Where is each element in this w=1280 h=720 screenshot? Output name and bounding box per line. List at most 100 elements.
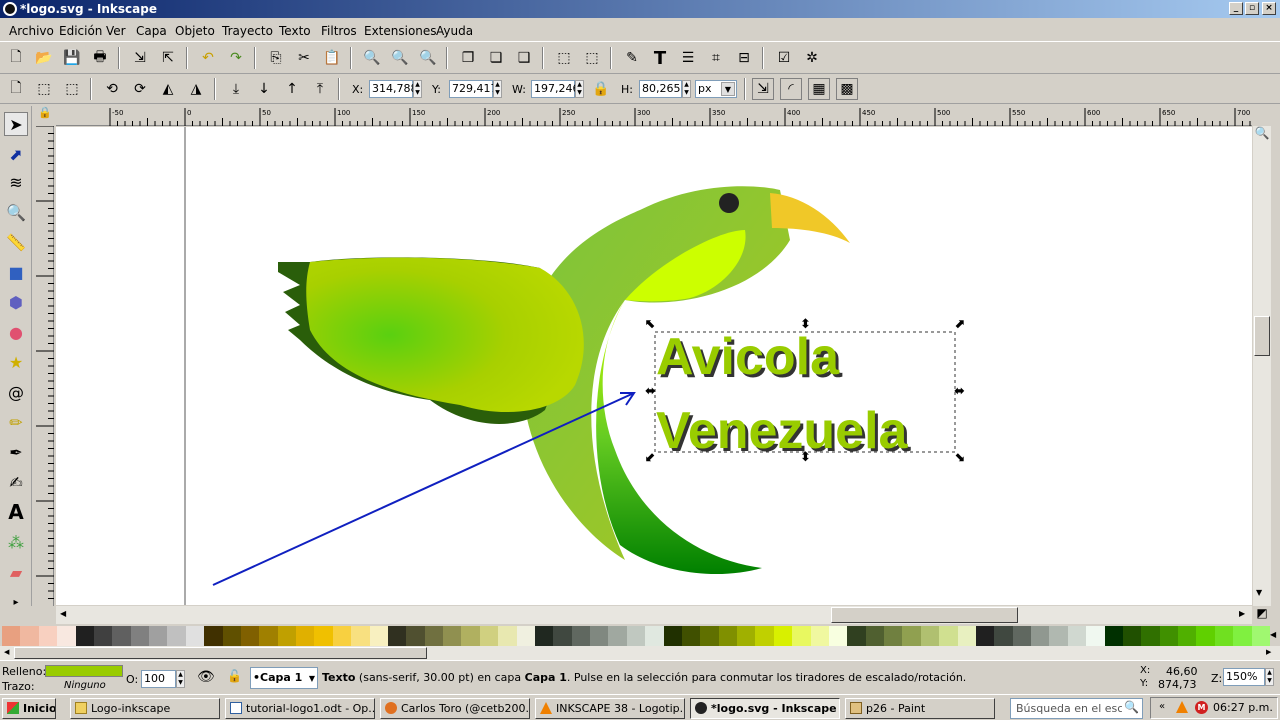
text-font-icon[interactable]: T [649, 47, 671, 69]
palette-swatch[interactable] [204, 626, 224, 646]
unit-select[interactable]: px ▼ [695, 80, 737, 98]
palette-swatch[interactable] [38, 626, 58, 646]
palette-swatch[interactable] [884, 626, 903, 646]
palette-swatch[interactable] [314, 626, 334, 646]
eraser-tool-icon[interactable]: ▰ [4, 560, 28, 584]
node-tool-icon[interactable]: ⬈ [4, 142, 28, 166]
select-all-layers-icon[interactable]: ⬚ [33, 78, 55, 100]
taskbar-item-firefox[interactable]: Carlos Toro (@cetb200... [380, 698, 530, 719]
drawing-canvas[interactable]: Avicola Avicola Venezuela Venezuela ⬉ ⬍ … [56, 127, 1252, 605]
ellipse-tool-icon[interactable]: ● [4, 320, 28, 344]
menu-edicion[interactable]: Edición [59, 24, 102, 38]
menu-ayuda[interactable]: Ayuda [436, 24, 473, 38]
menu-extensiones[interactable]: Extensiones [364, 24, 437, 38]
scale-corners-icon[interactable]: ◜ [780, 78, 802, 100]
palette-swatch[interactable] [57, 626, 76, 646]
duplicate-icon[interactable]: ❐ [457, 47, 479, 69]
scroll-right-icon[interactable]: ▶ [1239, 609, 1245, 618]
canvas-text-line2[interactable]: Venezuela [656, 402, 909, 460]
palette-swatch[interactable] [1141, 626, 1161, 646]
preferences-icon[interactable]: ✲ [801, 47, 823, 69]
paste-icon[interactable]: 📋 [321, 47, 343, 69]
measure-tool-icon[interactable]: 📏 [4, 230, 28, 254]
palette-swatch[interactable] [792, 626, 812, 646]
palette-swatch[interactable] [1159, 626, 1179, 646]
fill-stroke-icon[interactable]: ✎ [621, 47, 643, 69]
undo-icon[interactable]: ↶ [197, 47, 219, 69]
palette-swatch[interactable] [1122, 626, 1142, 646]
zoom-input[interactable]: 150% [1223, 668, 1265, 686]
palette-swatch[interactable] [461, 626, 481, 646]
xml-editor-icon[interactable]: ⌗ [705, 47, 727, 69]
palette-swatch[interactable] [571, 626, 591, 646]
palette-swatch[interactable] [828, 626, 848, 646]
palette-swatch[interactable] [2, 626, 21, 646]
rotate-cw-icon[interactable]: ⟳ [129, 78, 151, 100]
lower-icon[interactable]: ↓ [253, 78, 275, 100]
palette-swatch[interactable] [920, 626, 940, 646]
palette-swatch[interactable] [149, 626, 168, 646]
transform-gradients-icon[interactable]: ▦ [808, 78, 830, 100]
import-icon[interactable]: ⇲ [129, 47, 151, 69]
open-icon[interactable]: 📂 [33, 47, 55, 69]
scroll-down-icon[interactable]: ▼ [1256, 588, 1262, 597]
taskbar-item-tutorial[interactable]: tutorial-logo1.odt - Op... [225, 698, 375, 719]
scale-handle-n[interactable]: ⬍ [800, 318, 811, 331]
desktop-search-input[interactable]: Búsqueda en el escrit 🔍 [1010, 698, 1143, 719]
scroll-left-icon[interactable]: ◀ [60, 609, 66, 618]
palette-swatch[interactable] [1067, 626, 1087, 646]
palette-swatch[interactable] [608, 626, 628, 646]
document-properties-icon[interactable]: ☑ [773, 47, 795, 69]
opacity-input[interactable]: 100 [141, 670, 176, 688]
align-distribute-icon[interactable]: ⊟ [733, 47, 755, 69]
palette-swatch[interactable] [112, 626, 132, 646]
maximize-button[interactable]: ▫ [1245, 2, 1259, 15]
palette-swatch[interactable] [185, 626, 205, 646]
text-tool-icon[interactable]: A [4, 500, 28, 524]
opacity-spinner[interactable]: ▲ ▼ [176, 670, 185, 688]
eye-icon[interactable]: 👁 [197, 669, 215, 685]
zoom-tool-icon[interactable]: 🔍 [4, 200, 28, 224]
palette-swatch[interactable] [1178, 626, 1197, 646]
palette-swatch[interactable] [387, 626, 407, 646]
y-input[interactable]: 729,417 [449, 80, 498, 98]
taskbar-item-paint[interactable]: p26 - Paint [845, 698, 995, 719]
tweak-tool-icon[interactable]: ≋ [4, 170, 28, 194]
taskbar-item-vlc[interactable]: INKSCAPE 38 - Logotip... [535, 698, 685, 719]
palette-swatch[interactable] [681, 626, 701, 646]
palette-swatch[interactable] [1086, 626, 1106, 646]
palette-scroll-left-icon[interactable]: ◀ [4, 648, 9, 656]
search-icon[interactable]: 🔍 [1124, 700, 1139, 714]
palette-swatch[interactable] [663, 626, 683, 646]
select-all-icon[interactable]: 🗋 [5, 78, 27, 100]
zoom-spinner[interactable]: ▲ ▼ [1265, 668, 1274, 686]
menu-ver[interactable]: Ver [106, 24, 126, 38]
palette-swatch[interactable] [902, 626, 922, 646]
horizontal-scroll-thumb[interactable] [831, 607, 1018, 623]
new-document-icon[interactable]: 🗋 [5, 47, 27, 69]
palette-swatch[interactable] [93, 626, 113, 646]
palette-swatch[interactable] [810, 626, 830, 646]
copy-icon[interactable]: ⎘ [265, 47, 287, 69]
taskbar-item-inkscape-active[interactable]: *logo.svg - Inkscape [690, 698, 840, 719]
star-tool-icon[interactable]: ★ [4, 350, 28, 374]
palette-scroll-right-icon[interactable]: ▶ [1266, 648, 1271, 656]
palette-swatch[interactable] [130, 626, 150, 646]
palette-swatch[interactable] [1196, 626, 1216, 646]
palette-swatch[interactable] [1233, 626, 1253, 646]
palette-swatch[interactable] [479, 626, 499, 646]
h-spinner[interactable]: ▲ ▼ [682, 80, 691, 98]
calligraphy-tool-icon[interactable]: ✍ [4, 470, 28, 494]
palette-scrollbar[interactable]: ◀ ▶ [0, 646, 1280, 660]
menu-objeto[interactable]: Objeto [175, 24, 215, 38]
scale-handle-ne[interactable]: ⬈ [954, 318, 965, 331]
vertical-scroll-thumb[interactable] [1254, 316, 1270, 356]
selector-tool-icon[interactable]: ➤ [4, 112, 28, 136]
palette-swatch[interactable] [424, 626, 444, 646]
vertical-scrollbar[interactable]: 🔍 ▼ [1253, 126, 1271, 606]
raise-icon[interactable]: ↑ [281, 78, 303, 100]
zoom-selection-icon[interactable]: 🔍 [361, 47, 383, 69]
3d-box-tool-icon[interactable]: ⬢ [4, 290, 28, 314]
start-button[interactable]: Inicio [2, 698, 56, 719]
lock-layer-icon[interactable]: 🔓 [227, 669, 242, 683]
